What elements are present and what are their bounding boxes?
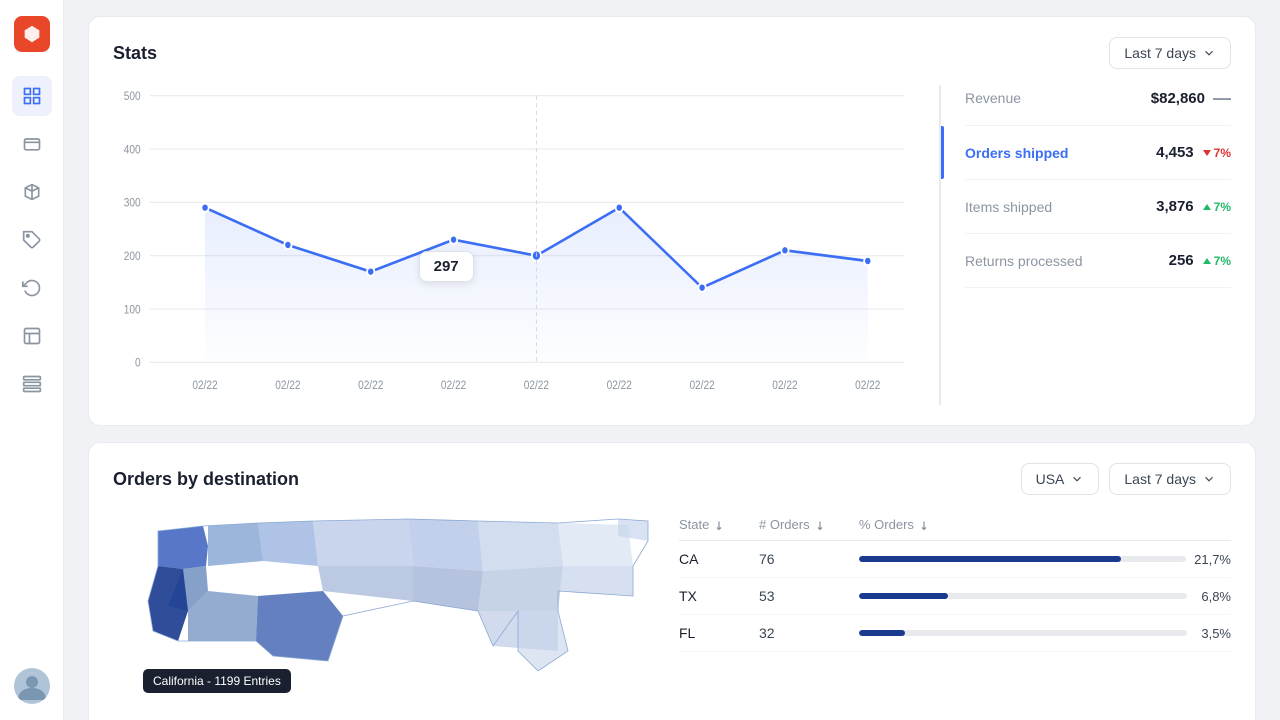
svg-text:400: 400 <box>124 144 141 157</box>
row-fl-state: FL <box>679 625 759 641</box>
metric-orders-value: 4,453 <box>1156 144 1194 161</box>
metric-orders-shipped[interactable]: Orders shipped 4,453 7% <box>965 126 1231 180</box>
row-tx-state: TX <box>679 588 759 604</box>
metric-orders-right: 4,453 7% <box>1156 144 1231 161</box>
col-state[interactable]: State <box>679 517 759 532</box>
svg-text:02/22: 02/22 <box>855 379 880 392</box>
destination-controls: USA Last 7 days <box>1021 463 1231 495</box>
metric-returns-label: Returns processed <box>965 253 1083 269</box>
app-logo[interactable] <box>14 16 50 52</box>
stats-body: 500 400 300 200 100 0 <box>113 85 1231 405</box>
svg-text:02/22: 02/22 <box>607 379 632 392</box>
metric-orders-label: Orders shipped <box>965 145 1068 161</box>
metric-revenue-right: $82,860 — <box>1151 89 1231 107</box>
col-orders[interactable]: # Orders <box>759 517 859 532</box>
stats-date-filter[interactable]: Last 7 days <box>1109 37 1231 69</box>
table-header: State # Orders % Orders <box>679 511 1231 541</box>
map-tooltip: California - 1199 Entries <box>143 669 291 693</box>
dashboard-icon[interactable] <box>12 76 52 116</box>
stats-card: Stats Last 7 days 500 400 <box>88 16 1256 426</box>
metric-revenue-badge: — <box>1213 89 1231 107</box>
metric-revenue-value: $82,860 <box>1151 90 1205 107</box>
svg-text:02/22: 02/22 <box>192 379 217 392</box>
settings-icon[interactable] <box>12 364 52 404</box>
bar-track-ca <box>859 556 1186 562</box>
returns-icon[interactable] <box>12 268 52 308</box>
row-ca-state: CA <box>679 551 759 567</box>
trend-up-icon <box>1202 202 1212 212</box>
destination-date-filter[interactable]: Last 7 days <box>1109 463 1231 495</box>
chevron-down-icon <box>1202 46 1216 60</box>
bar-track-tx <box>859 593 1187 599</box>
chevron-down-icon-date <box>1202 472 1216 486</box>
svg-text:100: 100 <box>124 304 141 317</box>
metric-revenue[interactable]: Revenue $82,860 — <box>965 85 1231 126</box>
svg-text:02/22: 02/22 <box>772 379 797 392</box>
row-ca-pct-label: 21,7% <box>1194 552 1231 567</box>
sort-pct-icon <box>918 519 930 531</box>
metric-items-badge: 7% <box>1202 200 1231 214</box>
metric-revenue-label: Revenue <box>965 90 1021 106</box>
table-row: TX 53 6,8% <box>679 578 1231 615</box>
chart-area: 500 400 300 200 100 0 <box>113 85 941 405</box>
country-filter[interactable]: USA <box>1021 463 1100 495</box>
metric-returns-right: 256 7% <box>1169 252 1231 269</box>
sort-state-icon <box>713 519 725 531</box>
bar-fill-tx <box>859 593 948 599</box>
svg-text:02/22: 02/22 <box>524 379 549 392</box>
table-row: CA 76 21,7% <box>679 541 1231 578</box>
chevron-down-icon-country <box>1070 472 1084 486</box>
usa-map-area: California - 1199 Entries <box>113 511 663 711</box>
destination-title: Orders by destination <box>113 469 299 490</box>
row-fl-pct: 3,5% <box>859 626 1231 641</box>
metric-orders-badge: 7% <box>1202 146 1231 160</box>
bar-track-fl <box>859 630 1187 636</box>
user-avatar[interactable] <box>14 668 50 704</box>
svg-text:200: 200 <box>124 250 141 263</box>
bar-fill-ca <box>859 556 1121 562</box>
svg-text:0: 0 <box>135 357 141 370</box>
metric-returns[interactable]: Returns processed 256 7% <box>965 234 1231 288</box>
metric-items-shipped[interactable]: Items shipped 3,876 7% <box>965 180 1231 234</box>
row-tx-pct: 6,8% <box>859 589 1231 604</box>
trend-up-icon-2 <box>1202 256 1212 266</box>
metric-items-right: 3,876 7% <box>1156 198 1231 215</box>
svg-text:02/22: 02/22 <box>689 379 714 392</box>
destination-header: Orders by destination USA Last 7 days <box>113 463 1231 495</box>
reports-icon[interactable] <box>12 316 52 356</box>
main-content: Stats Last 7 days 500 400 <box>64 0 1280 720</box>
sidebar <box>0 0 64 720</box>
svg-text:02/22: 02/22 <box>441 379 466 392</box>
metric-returns-badge: 7% <box>1202 254 1231 268</box>
stats-title: Stats <box>113 43 157 64</box>
tags-icon[interactable] <box>12 220 52 260</box>
svg-text:02/22: 02/22 <box>275 379 300 392</box>
packages-icon[interactable] <box>12 172 52 212</box>
destination-body: California - 1199 Entries State # Orders… <box>113 511 1231 711</box>
row-fl-orders: 32 <box>759 625 859 641</box>
metric-items-value: 3,876 <box>1156 198 1194 215</box>
line-chart: 500 400 300 200 100 0 <box>113 85 923 405</box>
destination-table: State # Orders % Orders CA 76 <box>679 511 1231 711</box>
metrics-area: Revenue $82,860 — Orders shipped 4,453 7… <box>941 85 1231 405</box>
svg-text:500: 500 <box>124 90 141 103</box>
row-ca-pct: 21,7% <box>859 552 1231 567</box>
sort-orders-icon <box>814 519 826 531</box>
row-tx-pct-label: 6,8% <box>1195 589 1231 604</box>
trend-down-icon <box>1202 148 1212 158</box>
table-row: FL 32 3,5% <box>679 615 1231 652</box>
row-ca-orders: 76 <box>759 551 859 567</box>
col-pct[interactable]: % Orders <box>859 517 1231 532</box>
metric-returns-value: 256 <box>1169 252 1194 269</box>
svg-text:300: 300 <box>124 197 141 210</box>
billing-icon[interactable] <box>12 124 52 164</box>
metric-items-label: Items shipped <box>965 199 1052 215</box>
stats-header: Stats Last 7 days <box>113 37 1231 69</box>
row-tx-orders: 53 <box>759 588 859 604</box>
row-fl-pct-label: 3,5% <box>1195 626 1231 641</box>
destination-card: Orders by destination USA Last 7 days <box>88 442 1256 720</box>
svg-text:02/22: 02/22 <box>358 379 383 392</box>
bar-fill-fl <box>859 630 905 636</box>
